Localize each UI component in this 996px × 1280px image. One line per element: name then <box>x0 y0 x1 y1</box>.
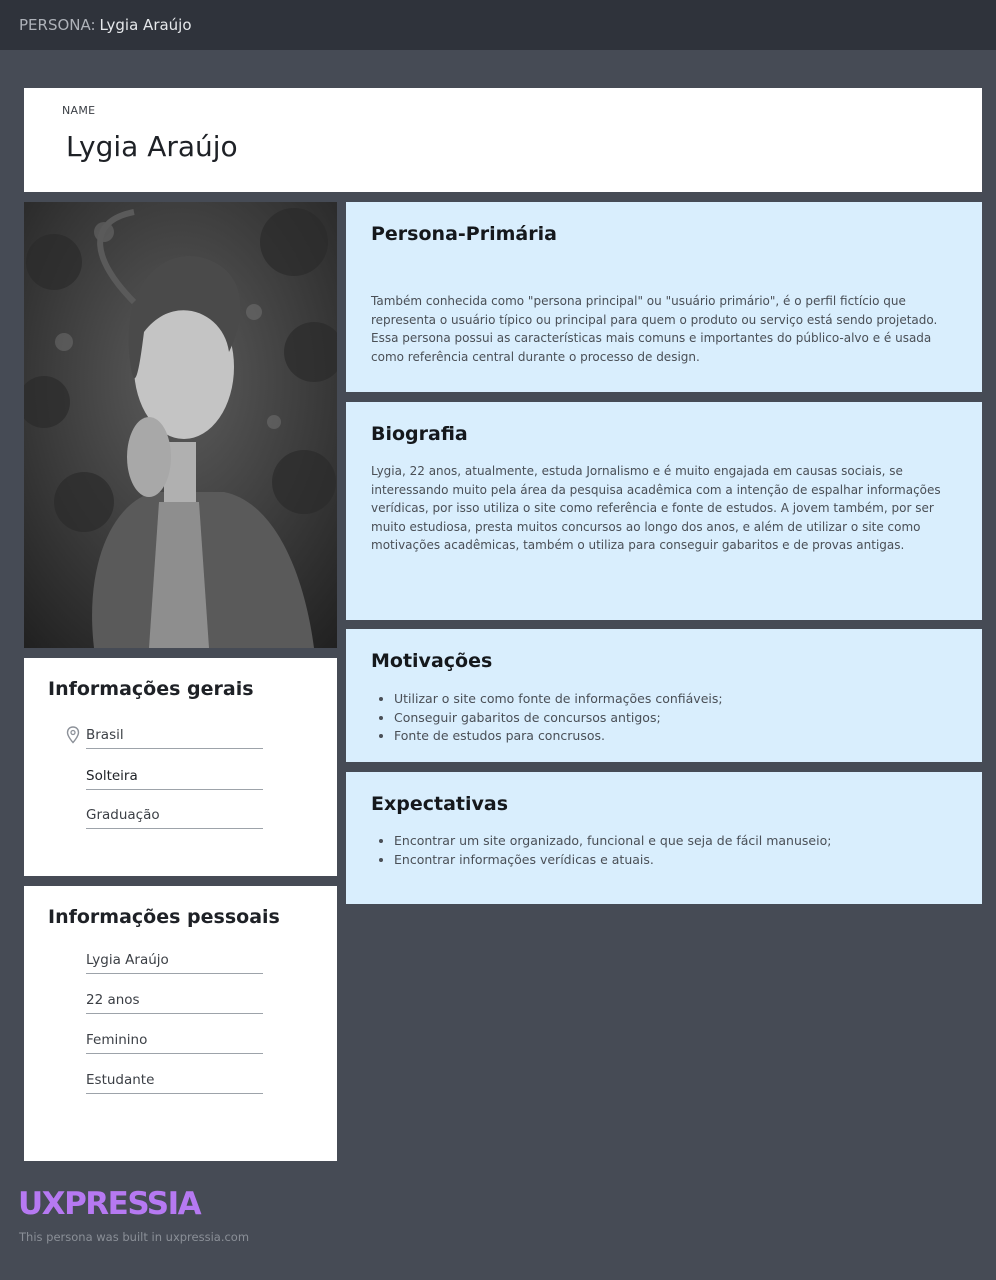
biography-title: Biografia <box>371 423 468 445</box>
general-info-card: Informações gerais Brasil Solteira Gradu… <box>24 658 337 876</box>
name-card: NAME Lygia Araújo <box>24 88 982 192</box>
footer-note: This persona was built in uxpressia.com <box>19 1230 250 1244</box>
persona-photo[interactable] <box>24 202 337 648</box>
field-gender[interactable]: Feminino <box>86 1030 263 1054</box>
field-education[interactable]: Graduação <box>86 805 263 829</box>
list-item: Utilizar o site como fonte de informaçõe… <box>394 690 958 709</box>
field-country[interactable]: Brasil <box>86 725 263 749</box>
list-item: Encontrar informações verídicas e atuais… <box>394 851 958 870</box>
biography-text[interactable]: Lygia, 22 anos, atualmente, estuda Jorna… <box>371 462 958 555</box>
persona-name[interactable]: Lygia Araújo <box>66 130 238 163</box>
expectations-list[interactable]: Encontrar um site organizado, funcional … <box>394 832 958 869</box>
name-label: NAME <box>62 104 96 117</box>
primary-persona-text[interactable]: Também conhecida como "persona principal… <box>371 292 958 366</box>
topbar-persona-name: Lygia Araújo <box>99 16 192 34</box>
personal-info-card: Informações pessoais Lygia Araújo 22 ano… <box>24 886 337 1161</box>
field-age[interactable]: 22 anos <box>86 990 263 1014</box>
list-item: Fonte de estudos para concrusos. <box>394 727 958 746</box>
biography-section: Biografia Lygia, 22 anos, atualmente, es… <box>346 402 982 620</box>
personal-info-title: Informações pessoais <box>48 906 280 928</box>
motivations-list[interactable]: Utilizar o site como fonte de informaçõe… <box>394 690 958 746</box>
field-full-name[interactable]: Lygia Araújo <box>86 950 263 974</box>
map-pin-icon <box>66 726 80 744</box>
primary-persona-section: Persona-Primária Também conhecida como "… <box>346 202 982 392</box>
general-info-title: Informações gerais <box>48 678 254 700</box>
topbar-prefix: PERSONA: <box>19 16 96 34</box>
list-item: Encontrar um site organizado, funcional … <box>394 832 958 851</box>
expectations-section: Expectativas Encontrar um site organizad… <box>346 772 982 904</box>
list-item: Conseguir gabaritos de concursos antigos… <box>394 709 958 728</box>
uxpressia-logo[interactable]: UXPRESSIA <box>18 1186 202 1222</box>
field-marital-status[interactable]: Solteira <box>86 766 263 790</box>
expectations-title: Expectativas <box>371 793 508 815</box>
primary-persona-title: Persona-Primária <box>371 223 557 245</box>
field-occupation[interactable]: Estudante <box>86 1070 263 1094</box>
motivations-title: Motivações <box>371 650 493 672</box>
top-bar: PERSONA: Lygia Araújo <box>0 0 996 50</box>
persona-photo-image <box>24 202 337 648</box>
motivations-section: Motivações Utilizar o site como fonte de… <box>346 629 982 762</box>
